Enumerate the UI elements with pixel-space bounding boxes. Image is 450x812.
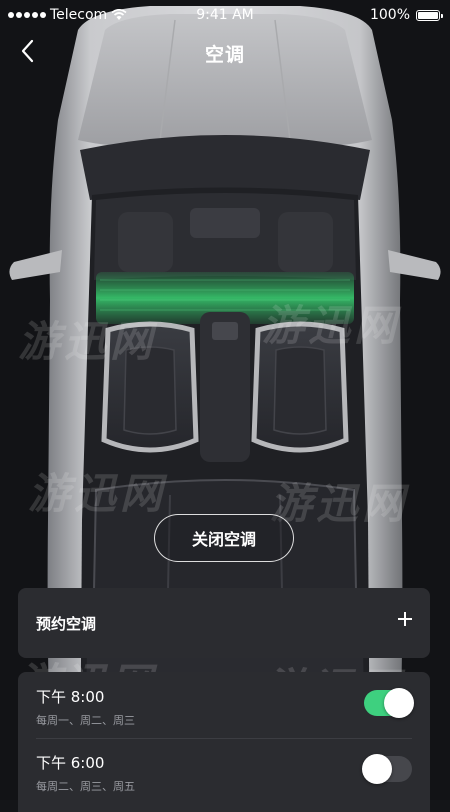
- watermark: 游迅网: [18, 317, 157, 366]
- close-ac-label: 关闭空调: [191, 530, 256, 549]
- schedule-toggle[interactable]: [362, 754, 412, 784]
- list-item[interactable]: 下午 8:00 每周一、周二、周三: [18, 672, 430, 739]
- watermark: 游迅网: [262, 301, 401, 350]
- status-bar: Telecom 9:41 AM 100%: [0, 0, 450, 32]
- schedule-time: 下午 6:00: [36, 754, 105, 772]
- plus-icon[interactable]: [396, 610, 414, 628]
- schedule-days: 每周一、周二、周三: [36, 714, 135, 727]
- battery-icon: [416, 9, 443, 21]
- schedule-header: 预约空调: [18, 588, 430, 658]
- schedule-list: 下午 8:00 每周一、周二、周三 下午 6:00 每周二、周三、周五: [18, 672, 430, 812]
- close-ac-button[interactable]: 关闭空调: [154, 514, 294, 562]
- battery-level: [418, 11, 438, 19]
- schedule-days: 每周二、周三、周五: [36, 780, 135, 793]
- list-item[interactable]: 下午 6:00 每周二、周三、周五: [18, 738, 430, 804]
- watermark: 游迅网: [270, 479, 409, 528]
- battery-percent: 100%: [369, 7, 410, 23]
- schedule-time: 下午 8:00: [36, 688, 105, 706]
- toggle-knob: [384, 688, 414, 718]
- schedule-title: 预约空调: [36, 615, 97, 633]
- page-title: 空调: [204, 44, 245, 66]
- watermark: 游迅网: [28, 469, 167, 518]
- toggle-knob: [362, 754, 392, 784]
- schedule-toggle[interactable]: [364, 688, 414, 718]
